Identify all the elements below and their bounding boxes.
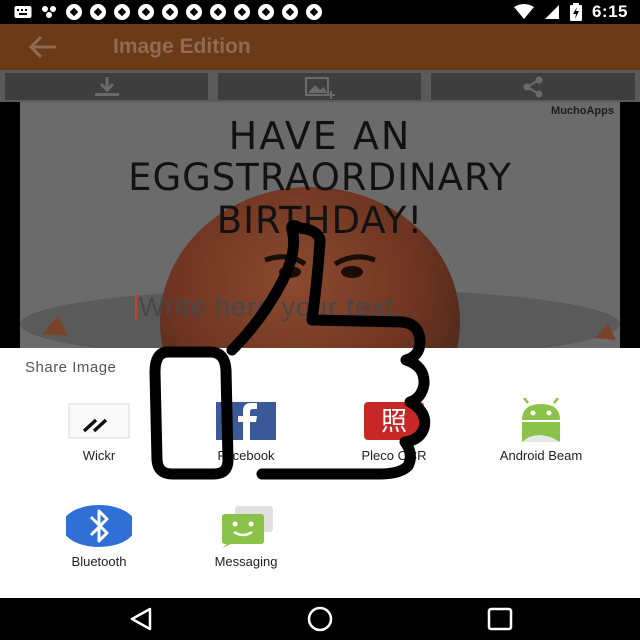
keyboard-icon [14, 6, 32, 18]
messaging-icon [222, 506, 273, 548]
share-button[interactable] [431, 73, 635, 100]
share-target-bluetooth[interactable]: Bluetooth [25, 504, 173, 569]
share-icon [523, 76, 543, 97]
status-bar: 6:15 [0, 0, 640, 24]
text-input[interactable]: Write here your text... [135, 290, 535, 324]
text-cursor [135, 294, 137, 320]
soccer-ball-icon [138, 4, 154, 20]
soccer-ball-icon [162, 4, 178, 20]
image-canvas[interactable]: MuchoApps HAVE AN EGGSTRAORDINARY BIRTHD… [20, 102, 620, 348]
connections-icon [42, 6, 56, 18]
edit-toolbar [0, 70, 640, 102]
navigation-bar [0, 598, 640, 640]
headline-line-2: EGGSTRAORDINARY BIRTHDAY! [128, 156, 512, 242]
share-sheet-title: Share Image [25, 359, 117, 376]
soccer-ball-icon [90, 4, 106, 20]
android-beam-icon [522, 398, 560, 442]
share-target-label: Pleco OCR [361, 448, 427, 463]
add-image-button[interactable] [218, 73, 421, 100]
download-button[interactable] [5, 73, 208, 100]
share-target-label: Wickr [82, 448, 116, 463]
nav-home-icon[interactable] [302, 606, 338, 632]
app-bar: Image Edition [0, 24, 640, 70]
share-sheet: Share Image Wickr Facebook 照 Pleco OCR A… [0, 348, 640, 598]
download-icon [94, 76, 119, 96]
text-input-placeholder: Write here your text... [139, 291, 420, 322]
headline-line-1: HAVE AN [228, 114, 412, 158]
share-target-facebook[interactable]: Facebook [172, 398, 320, 463]
wifi-icon [513, 4, 534, 19]
soccer-ball-icon [210, 4, 226, 20]
pleco-ocr-icon: 照 [364, 402, 424, 440]
share-target-wickr[interactable]: Wickr [25, 398, 173, 463]
share-target-messaging[interactable]: Messaging [172, 504, 320, 569]
share-target-android-beam[interactable]: Android Beam [467, 398, 615, 463]
clock: 6:15 [591, 2, 628, 21]
soccer-ball-icon [282, 4, 298, 20]
soccer-ball-icon [234, 4, 250, 20]
soccer-ball-icon [186, 4, 202, 20]
signal-icon [544, 5, 559, 19]
add-image-icon [304, 76, 335, 99]
facebook-icon [216, 402, 276, 440]
nav-back-icon[interactable] [124, 606, 160, 632]
share-target-pleco-ocr[interactable]: 照 Pleco OCR [320, 398, 468, 463]
soccer-ball-icon [66, 4, 82, 20]
share-target-label: Android Beam [499, 448, 583, 463]
share-target-label: Messaging [214, 554, 278, 569]
soccer-ball-icon [114, 4, 130, 20]
notification-icons [0, 4, 322, 20]
wickr-icon [68, 403, 130, 439]
soccer-ball-icon [306, 4, 322, 20]
share-target-label: Bluetooth [71, 554, 127, 569]
battery-charging-icon [569, 3, 582, 21]
svg-text:照: 照 [381, 407, 407, 437]
nav-recents-icon[interactable] [482, 606, 518, 632]
page-title: Image Edition [113, 35, 251, 58]
share-target-label: Facebook [217, 448, 275, 463]
bluetooth-icon [66, 505, 132, 547]
soccer-ball-icon [258, 4, 274, 20]
system-icons: 6:15 [513, 0, 628, 24]
back-arrow-icon[interactable] [28, 34, 58, 60]
